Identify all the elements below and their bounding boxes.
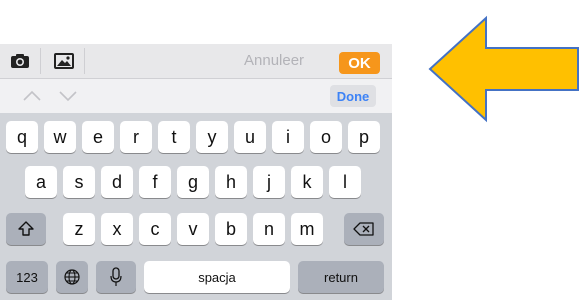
shift-icon [18,221,34,236]
editor-toolbar: Annuleer OK [0,44,392,79]
key-q[interactable]: q [6,121,38,153]
done-button[interactable]: Done [330,85,376,107]
dictation-key[interactable] [96,261,136,293]
globe-key[interactable] [56,261,88,293]
ok-button[interactable]: OK [339,52,380,74]
key-v[interactable]: v [177,213,209,245]
key-u[interactable]: u [234,121,266,153]
backspace-key[interactable] [344,213,384,245]
key-e[interactable]: e [82,121,114,153]
key-x[interactable]: x [101,213,133,245]
numbers-key[interactable]: 123 [6,261,48,293]
cancel-button[interactable]: Annuleer [244,52,304,70]
globe-icon [64,269,80,285]
key-b[interactable]: b [215,213,247,245]
space-key[interactable]: spacja [144,261,290,293]
toolbar-divider [84,48,85,74]
key-m[interactable]: m [291,213,323,245]
key-j[interactable]: j [253,166,285,198]
key-h[interactable]: h [215,166,247,198]
key-r[interactable]: r [120,121,152,153]
chevron-up-icon[interactable] [22,88,42,104]
chevron-down-icon[interactable] [58,88,78,104]
key-k[interactable]: k [291,166,323,198]
key-w[interactable]: w [44,121,76,153]
key-d[interactable]: d [101,166,133,198]
key-g[interactable]: g [177,166,209,198]
backspace-icon [353,222,374,236]
keyboard-accessory-bar: Done [0,79,392,113]
key-t[interactable]: t [158,121,190,153]
microphone-icon [110,267,122,286]
key-a[interactable]: a [25,166,57,198]
image-icon[interactable] [50,50,78,72]
key-n[interactable]: n [253,213,285,245]
editor-panel: Annuleer OK Done q w e r t y u i o p a s… [0,0,392,300]
return-key[interactable]: return [298,261,384,293]
shift-key[interactable] [6,213,46,245]
key-o[interactable]: o [310,121,342,153]
key-y[interactable]: y [196,121,228,153]
key-l[interactable]: l [329,166,361,198]
key-f[interactable]: f [139,166,171,198]
annotation-arrow [428,15,579,123]
key-s[interactable]: s [63,166,95,198]
key-z[interactable]: z [63,213,95,245]
camera-icon[interactable] [6,50,34,72]
keyboard: q w e r t y u i o p a s d f g h j k l z … [0,113,392,300]
key-c[interactable]: c [139,213,171,245]
key-i[interactable]: i [272,121,304,153]
key-p[interactable]: p [348,121,380,153]
toolbar-divider [40,48,41,74]
